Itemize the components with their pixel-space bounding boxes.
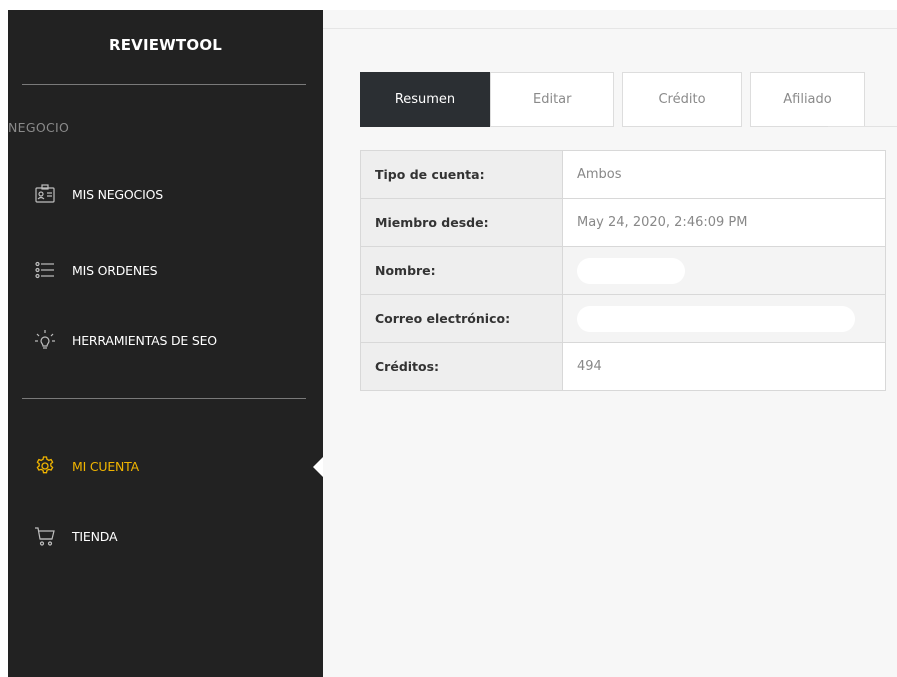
header-divider — [323, 28, 897, 29]
row-value: Ambos — [562, 150, 886, 199]
table-row: Miembro desde: May 24, 2020, 2:46:09 PM — [360, 198, 886, 247]
app-window: REVIEWTOOL NEGOCIO MIS NEGOCIOS MIS ORDE… — [0, 0, 897, 677]
row-key: Correo electrónico: — [360, 294, 563, 343]
sidebar-item-label: TIENDA — [72, 528, 118, 544]
top-strip — [0, 0, 897, 10]
tab-afiliado[interactable]: Afiliado — [750, 72, 865, 127]
account-summary-table: Tipo de cuenta: Ambos Miembro desde: May… — [360, 150, 886, 391]
id-card-icon — [34, 183, 56, 205]
tab-credito[interactable]: Crédito — [622, 72, 742, 127]
lightbulb-icon — [34, 329, 56, 351]
main-content: Resumen Editar Crédito Afiliado Tipo de … — [323, 10, 897, 677]
sidebar-item-label: MIS NEGOCIOS — [72, 186, 163, 202]
sidebar-item-label: MIS ORDENES — [72, 262, 158, 278]
gear-icon — [34, 455, 56, 477]
sidebar-divider — [22, 398, 306, 399]
sidebar-item-label: HERRAMIENTAS DE SEO — [72, 332, 217, 348]
sidebar-item-mis-ordenes[interactable]: MIS ORDENES — [34, 255, 158, 285]
row-key: Tipo de cuenta: — [360, 150, 563, 199]
sidebar-section-label: NEGOCIO — [8, 120, 70, 135]
row-value: 494 — [562, 342, 886, 391]
tab-resumen[interactable]: Resumen — [360, 72, 490, 127]
sidebar-divider — [22, 84, 306, 85]
row-value-redacted — [562, 294, 886, 343]
sidebar-item-tienda[interactable]: TIENDA — [34, 521, 118, 551]
redacted-name — [577, 257, 685, 284]
tab-editar[interactable]: Editar — [490, 72, 614, 127]
row-key: Nombre: — [360, 246, 563, 295]
row-value-redacted — [562, 246, 886, 295]
sidebar-item-herramientas-de-seo[interactable]: HERRAMIENTAS DE SEO — [34, 325, 217, 355]
table-row: Tipo de cuenta: Ambos — [360, 150, 886, 199]
cart-icon — [34, 525, 56, 547]
table-row: Nombre: — [360, 246, 886, 295]
table-row: Créditos: 494 — [360, 342, 886, 391]
sidebar-item-mis-negocios[interactable]: MIS NEGOCIOS — [34, 179, 163, 209]
list-icon — [34, 259, 56, 281]
row-key: Créditos: — [360, 342, 563, 391]
sidebar: REVIEWTOOL NEGOCIO MIS NEGOCIOS MIS ORDE… — [8, 10, 325, 677]
row-value: May 24, 2020, 2:46:09 PM — [562, 198, 886, 247]
sidebar-item-mi-cuenta[interactable]: MI CUENTA — [34, 451, 139, 481]
sidebar-item-label: MI CUENTA — [72, 458, 139, 474]
brand-logo[interactable]: REVIEWTOOL — [8, 36, 323, 54]
tabs-baseline — [828, 126, 897, 127]
row-key: Miembro desde: — [360, 198, 563, 247]
redacted-email — [577, 305, 855, 332]
table-row: Correo electrónico: — [360, 294, 886, 343]
